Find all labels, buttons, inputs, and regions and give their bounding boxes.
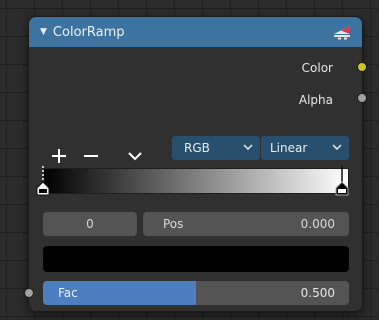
- input-fac-socket[interactable]: [24, 288, 34, 298]
- active-stop-color-swatch[interactable]: [43, 246, 349, 272]
- collapse-arrow-icon[interactable]: ▼: [40, 27, 47, 37]
- active-stop-index-field[interactable]: 0: [43, 212, 137, 236]
- ramp-stop-handle-active[interactable]: [36, 166, 50, 196]
- stop-position-value: 0.000: [300, 217, 335, 231]
- color-ramp-node[interactable]: ▼ ColorRamp Color Alpha RGB Linear 0 Pos…: [29, 17, 362, 311]
- color-mode-dropdown[interactable]: RGB: [172, 136, 260, 160]
- remove-stop-button[interactable]: [79, 145, 103, 167]
- chevron-down-icon: [332, 144, 342, 151]
- fac-label: Fac: [58, 286, 78, 300]
- active-stop-index-value: 0: [86, 217, 94, 231]
- stop-position-label: Pos: [163, 217, 184, 231]
- node-title: ColorRamp: [52, 24, 125, 40]
- ramp-stop-handle[interactable]: [335, 166, 349, 196]
- output-alpha-label: Alpha: [298, 93, 333, 107]
- interpolation-dropdown[interactable]: Linear: [261, 136, 349, 160]
- ramp-specials-menu[interactable]: [123, 145, 147, 167]
- color-ramp-gradient[interactable]: [43, 168, 349, 194]
- chevron-down-icon: [128, 152, 142, 161]
- output-color-label: Color: [301, 61, 333, 75]
- color-ramp-icon: [334, 26, 350, 40]
- node-header[interactable]: ▼ ColorRamp: [29, 17, 362, 47]
- output-alpha-socket[interactable]: [357, 93, 367, 103]
- stop-position-field[interactable]: Pos 0.000: [143, 212, 349, 236]
- color-mode-value: RGB: [184, 141, 210, 155]
- color-ramp-widget[interactable]: [36, 166, 349, 202]
- chevron-down-icon: [243, 144, 253, 151]
- plus-icon: [52, 149, 66, 163]
- fac-slider[interactable]: Fac 0.500: [43, 281, 349, 305]
- minus-icon: [84, 155, 98, 157]
- fac-value: 0.500: [300, 286, 335, 300]
- output-color-socket[interactable]: [357, 62, 367, 72]
- add-stop-button[interactable]: [47, 145, 71, 167]
- interpolation-value: Linear: [270, 141, 308, 155]
